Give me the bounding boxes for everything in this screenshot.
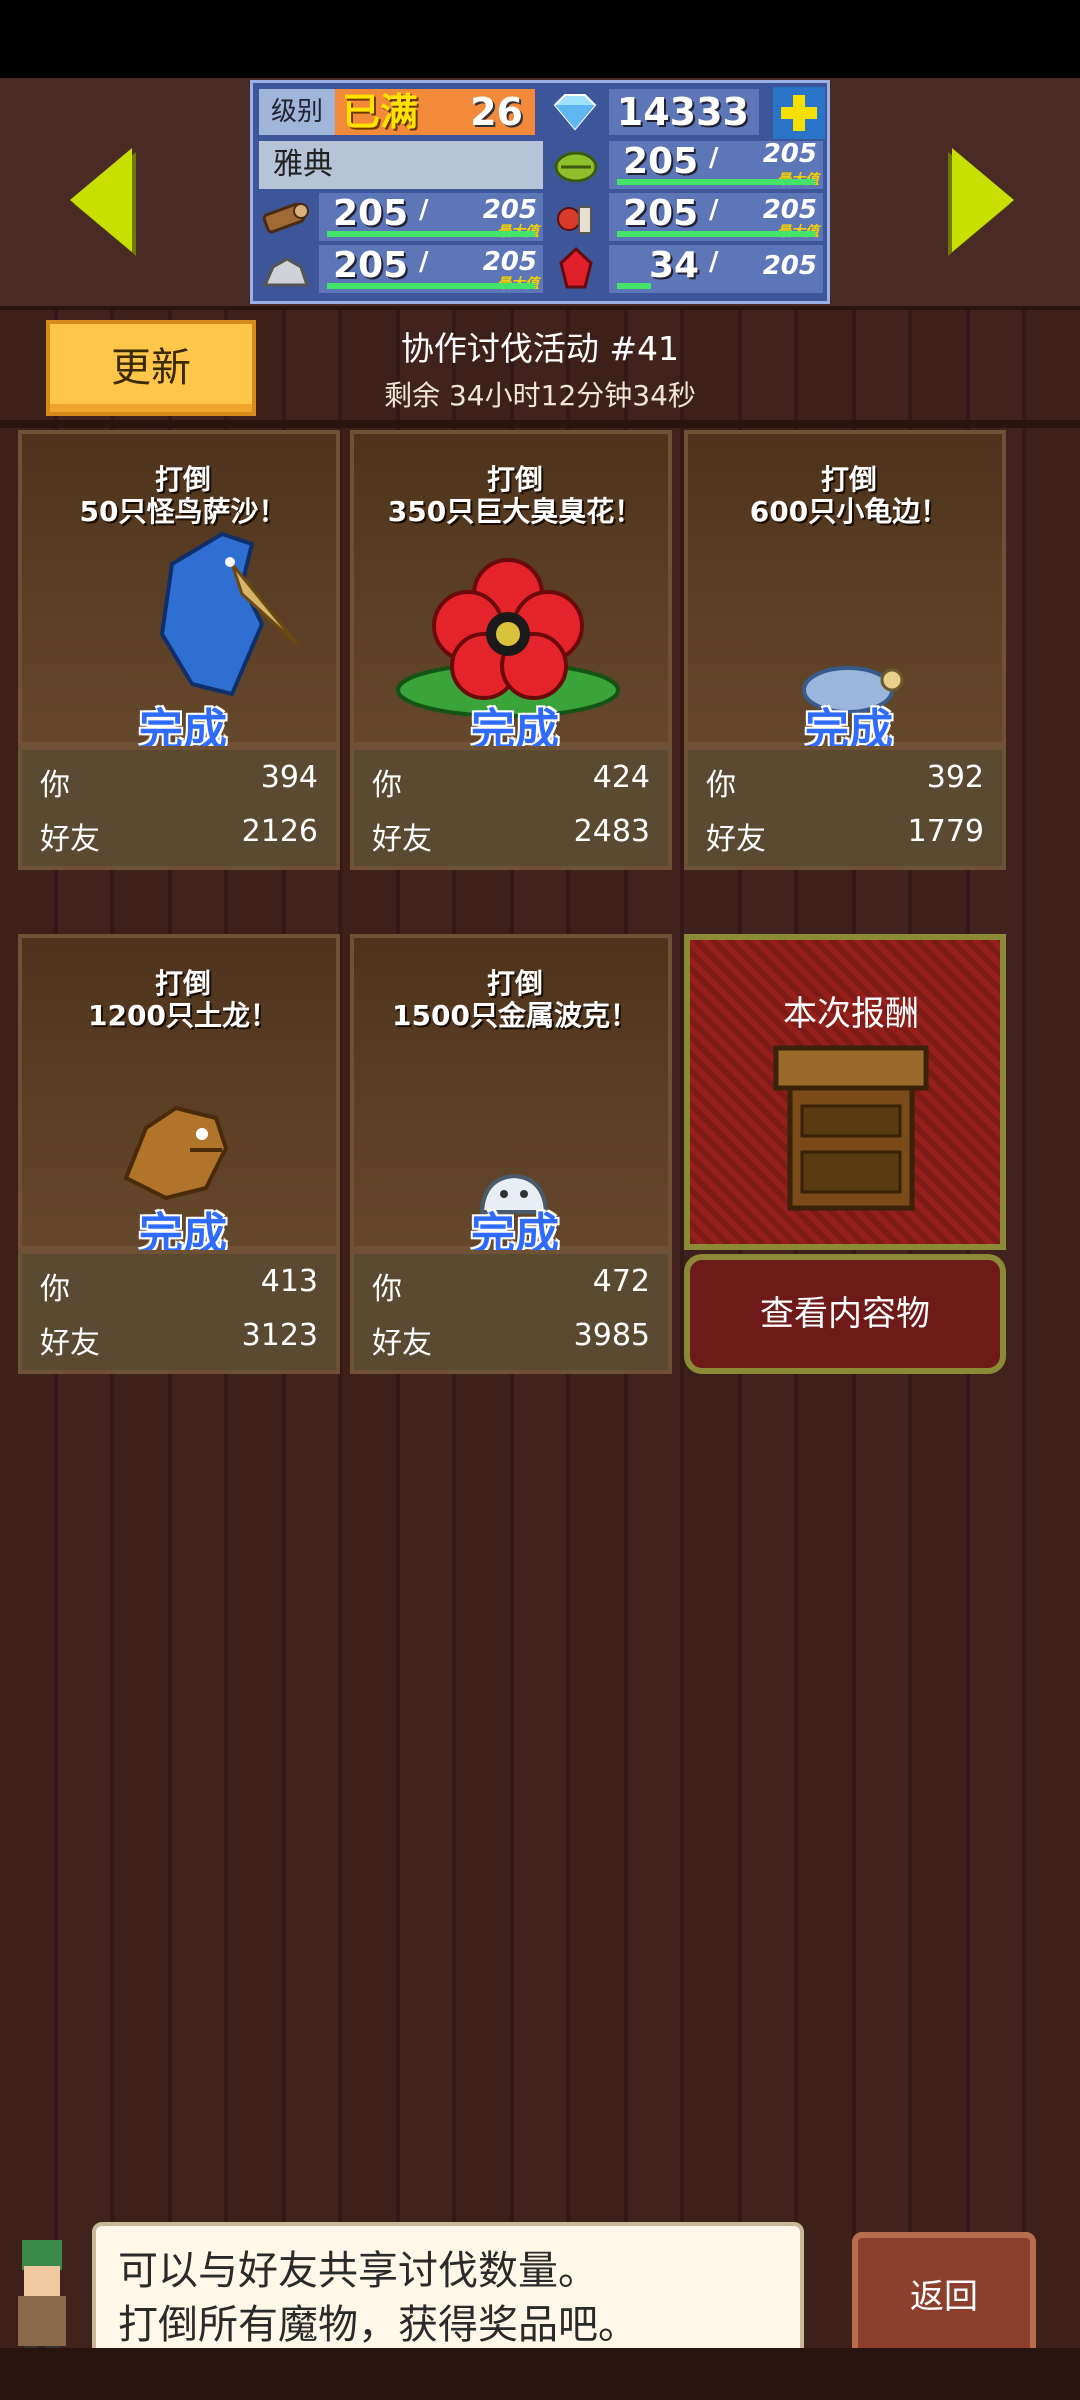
resource-ore: 205 / 205 最大值	[319, 245, 543, 293]
you-count-row: 你 394	[40, 760, 318, 803]
task-card: 打倒 600只小龟边！ 完成 你 392 好友 1779	[684, 430, 1006, 870]
food-fill	[617, 231, 815, 237]
task-line2: 1500只金属波克！	[392, 999, 638, 1032]
ruby-icon	[549, 245, 603, 293]
dragon-monster-icon	[106, 1088, 246, 1212]
refresh-button[interactable]: 更新	[46, 320, 256, 416]
herb-icon	[549, 141, 603, 189]
you-count-row: 你 424	[372, 760, 650, 803]
task-line2: 600只小龟边！	[749, 495, 949, 528]
wood-icon	[259, 193, 313, 241]
task-line1: 打倒	[154, 967, 211, 1000]
treasure-chest-icon	[766, 1036, 936, 1230]
task-line1: 打倒	[486, 967, 543, 1000]
next-arrow-button[interactable]	[952, 148, 1014, 252]
resource-herb: 205 / 205 最大值	[609, 139, 823, 189]
player-stats-panel: 级别 已满 26 14333 雅典 205 / 205 最大值 205 / 20…	[250, 80, 830, 304]
resource-food: 205 / 205 最大值	[609, 193, 823, 241]
resource-ruby: 34 / 205	[609, 245, 823, 293]
back-button[interactable]: 返回	[852, 2232, 1036, 2362]
reward-card: 本次报酬 查看内容物	[684, 934, 1006, 1374]
task-line2: 1200只土龙！	[88, 999, 278, 1032]
gem-count: 14333	[609, 89, 759, 135]
friends-count-row: 好友 3123	[40, 1318, 318, 1361]
ruby-fill	[617, 283, 651, 289]
friends-count-row: 好友 3985	[372, 1318, 650, 1361]
bottom-band	[0, 2348, 1080, 2400]
task-card: 打倒 350只巨大臭臭花！ 完成 你 424 好友 2483	[350, 430, 672, 870]
prev-arrow-button[interactable]	[70, 148, 132, 252]
wood-fill	[327, 231, 535, 237]
dialog-line1: 可以与好友共享讨伐数量。	[118, 2248, 598, 2294]
task-line1: 打倒	[154, 463, 211, 496]
level-value: 26	[425, 89, 535, 135]
dialog-line2: 打倒所有魔物，获得奖品吧。	[118, 2302, 638, 2348]
gem-icon	[549, 89, 601, 135]
view-contents-button[interactable]: 查看内容物	[684, 1254, 1006, 1374]
resource-wood: 205 / 205 最大值	[319, 193, 543, 241]
you-count-row: 你 392	[706, 760, 984, 803]
header-divider	[0, 420, 1080, 428]
event-title: 协作讨伐活动 #41	[400, 329, 680, 368]
friends-count-row: 好友 1779	[706, 814, 984, 857]
ore-icon	[259, 245, 313, 293]
you-count-row: 你 472	[372, 1264, 650, 1307]
friends-count-row: 好友 2483	[372, 814, 650, 857]
level-max-badge: 已满	[335, 89, 425, 135]
status-bar	[0, 0, 1080, 78]
level-label: 级别	[259, 89, 335, 135]
city-name: 雅典	[259, 141, 543, 189]
ore-fill	[327, 283, 535, 289]
bird-monster-icon	[152, 524, 302, 708]
task-line1: 打倒	[820, 463, 877, 496]
friends-count-row: 好友 2126	[40, 814, 318, 857]
task-card: 打倒 1200只土龙！ 完成 你 413 好友 3123	[18, 934, 340, 1374]
add-gems-button[interactable]	[773, 87, 825, 139]
event-timer: 剩余 34小时12分钟34秒	[384, 379, 696, 412]
food-icon	[549, 193, 603, 241]
herb-fill	[617, 179, 815, 185]
reward-title: 本次报酬	[783, 994, 919, 1034]
task-card: 打倒 1500只金属波克！ 完成 你 472 好友 3985	[350, 934, 672, 1374]
task-line2: 350只巨大臭臭花！	[387, 495, 643, 528]
task-card: 打倒 50只怪鸟萨沙！ 完成 你 394 好友 2126	[18, 430, 340, 870]
task-line1: 打倒	[486, 463, 543, 496]
you-count-row: 你 413	[40, 1264, 318, 1307]
